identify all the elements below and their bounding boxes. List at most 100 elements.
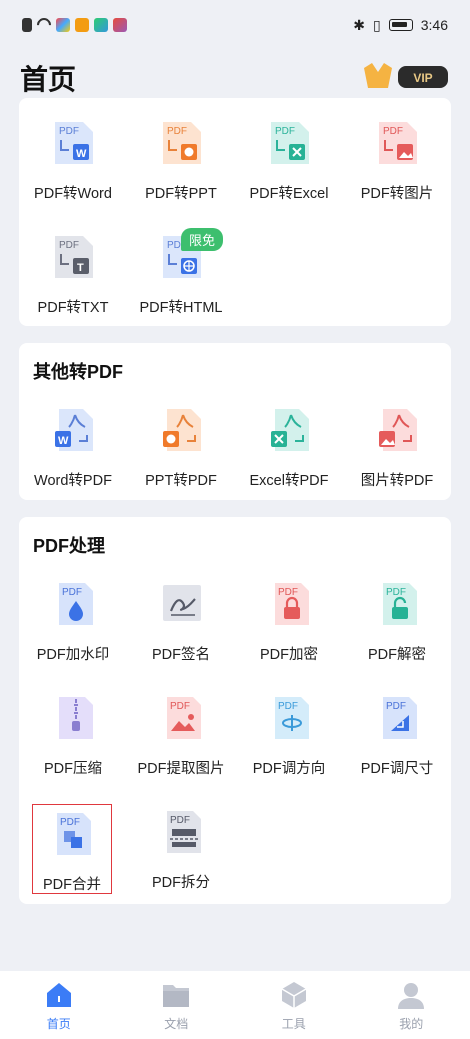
app-icon-4 (113, 18, 127, 32)
tool-word-to-pdf[interactable]: W Word转PDF (19, 407, 127, 517)
tool-label: PDF加密 (260, 647, 318, 663)
pdf-to-excel-icon: PDF (271, 122, 309, 164)
tool-label: 图片转PDF (360, 473, 434, 489)
svg-text:PDF: PDF (386, 701, 406, 712)
svg-text:W: W (58, 435, 69, 447)
tool-label: Word转PDF (34, 473, 112, 489)
page-title: 首页 (20, 64, 77, 95)
svg-text:PDF: PDF (167, 126, 187, 137)
svg-text:W: W (76, 148, 87, 160)
wifi-icon (34, 15, 54, 35)
word-to-pdf-icon: W (55, 409, 93, 451)
tool-decrypt[interactable]: PDF PDF解密 (343, 581, 451, 691)
tool-label: PDF加水印 (36, 647, 110, 663)
svg-text:PDF: PDF (170, 815, 190, 826)
vip-badge[interactable]: VIP (362, 60, 452, 92)
tool-compress[interactable]: PDF压缩 (19, 695, 127, 805)
tool-pdf-to-txt[interactable]: PDF T PDF转TXT (19, 234, 127, 344)
svg-text:PDF: PDF (275, 126, 295, 137)
folder-icon (163, 985, 190, 1007)
tool-label: PDF调方向 (252, 761, 326, 777)
svg-text:PDF: PDF (383, 126, 403, 137)
tool-rotate[interactable]: PDF PDF调方向 (235, 695, 343, 805)
bottom-tab-bar: 首页 文档 工具 我的 (0, 971, 470, 1039)
tool-label: PDF转Word (34, 186, 112, 202)
tab-label: 文档 (164, 1017, 189, 1031)
tool-label: PDF转TXT (37, 300, 109, 316)
svg-text:PDF: PDF (278, 587, 298, 598)
app-icon-2 (75, 18, 89, 32)
signature-icon (163, 585, 201, 621)
lock-icon: PDF (275, 583, 309, 625)
vibrate-icon: ▯ (373, 16, 381, 33)
tool-pdf-to-word[interactable]: PDF W PDF转Word (19, 120, 127, 230)
tool-label: PDF提取图片 (137, 761, 225, 777)
tab-profile[interactable]: 我的 (353, 971, 470, 1039)
notification-icon (22, 18, 32, 32)
tab-documents[interactable]: 文档 (118, 971, 236, 1039)
free-tag: 限免 (181, 228, 224, 251)
tool-label: PDF转图片 (360, 186, 434, 202)
tool-label: PDF转Excel (249, 186, 329, 202)
status-right: ✱ ▯ 3:46 (353, 17, 448, 34)
bluetooth-icon: ✱ (353, 16, 366, 33)
tool-encrypt[interactable]: PDF PDF加密 (235, 581, 343, 691)
unlock-icon: PDF (383, 583, 417, 625)
pdf-to-image-icon: PDF (379, 122, 417, 164)
svg-text:PDF: PDF (59, 126, 79, 137)
tab-home[interactable]: 首页 (0, 971, 118, 1039)
svg-text:PDF: PDF (278, 701, 298, 712)
tab-tools[interactable]: 工具 (235, 971, 353, 1039)
tool-merge[interactable]: PDF PDF合并 (32, 804, 112, 894)
clock: 3:46 (420, 17, 448, 33)
toolbox-icon (281, 982, 307, 1008)
image-to-pdf-icon (379, 409, 417, 451)
ppt-to-pdf-icon (163, 409, 201, 451)
tool-signature[interactable]: PDF签名 (127, 581, 235, 691)
tool-pdf-to-excel[interactable]: PDF PDF转Excel (235, 120, 343, 230)
resize-icon: PDF (383, 697, 417, 739)
home-icon (46, 983, 71, 1007)
status-icons (22, 15, 127, 35)
svg-text:PDF: PDF (62, 587, 82, 598)
app-icon-3 (94, 18, 108, 32)
tool-label: PPT转PDF (145, 473, 217, 489)
tool-excel-to-pdf[interactable]: Excel转PDF (235, 407, 343, 517)
tab-label: 首页 (46, 1017, 71, 1031)
tool-label: PDF转HTML (139, 300, 223, 316)
tool-label: PDF合并 (43, 877, 101, 893)
svg-text:PDF: PDF (60, 817, 80, 828)
svg-text:T: T (77, 262, 84, 274)
watermark-icon: PDF (59, 583, 93, 625)
svg-text:PDF: PDF (59, 240, 79, 251)
split-icon: PDF (167, 811, 201, 853)
user-icon (398, 983, 425, 1009)
merge-icon: PDF (57, 813, 91, 855)
status-bar: ✱ ▯ 3:46 (0, 0, 470, 50)
battery-icon (388, 19, 413, 31)
pdf-to-ppt-icon: PDF (163, 122, 201, 164)
pdf-process-card: PDF处理 PDF PDF加水印 PDF签名 PDF PDF加密 PDF PDF… (19, 517, 451, 904)
tool-resize[interactable]: PDF PDF调尺寸 (343, 695, 451, 805)
tool-pdf-to-ppt[interactable]: PDF PDF转PPT (127, 120, 235, 230)
tool-label: PDF签名 (152, 647, 210, 663)
tool-ppt-to-pdf[interactable]: PPT转PDF (127, 407, 235, 517)
section-title: PDF处理 (33, 536, 105, 556)
svg-text:PDF: PDF (170, 701, 190, 712)
tool-image-to-pdf[interactable]: 图片转PDF (343, 407, 451, 517)
tool-extract-image[interactable]: PDF PDF提取图片 (127, 695, 235, 805)
compress-icon (59, 697, 93, 739)
tool-label: PDF调尺寸 (360, 761, 434, 777)
tab-label: 我的 (399, 1017, 424, 1031)
to-pdf-card: 其他转PDF W Word转PDF PPT转PDF Excel转PDF 图片转P… (19, 343, 451, 500)
svg-text:PDF: PDF (386, 587, 406, 598)
excel-to-pdf-icon (271, 409, 309, 451)
vip-label: VIP (413, 71, 432, 85)
tool-watermark[interactable]: PDF PDF加水印 (19, 581, 127, 691)
pdf-to-word-icon: PDF W (55, 122, 93, 164)
tab-label: 工具 (281, 1017, 306, 1031)
tool-split[interactable]: PDF PDF拆分 (127, 809, 235, 919)
tool-label: PDF压缩 (44, 761, 102, 777)
extract-image-icon: PDF (167, 697, 201, 739)
tool-pdf-to-image[interactable]: PDF PDF转图片 (343, 120, 451, 230)
